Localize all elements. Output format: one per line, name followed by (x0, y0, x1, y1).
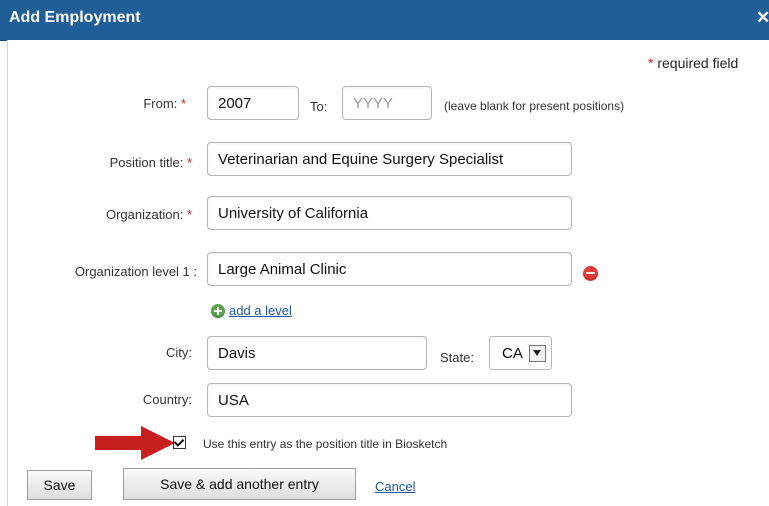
organization-input[interactable] (207, 196, 572, 230)
city-input[interactable] (207, 336, 427, 370)
to-year-input[interactable] (342, 86, 432, 120)
remove-icon[interactable] (583, 266, 598, 281)
save-add-another-button[interactable]: Save & add another entry (123, 468, 356, 500)
save-button[interactable]: Save (27, 470, 92, 500)
organization-label: Organization: * (105, 207, 192, 222)
from-year-input[interactable] (207, 86, 299, 120)
position-title-input[interactable] (207, 142, 572, 176)
required-note-text: required field (657, 55, 739, 71)
dialog-titlebar: Add Employment ✕ (0, 0, 769, 41)
add-icon[interactable] (211, 304, 225, 318)
required-note: * required field (648, 55, 738, 71)
city-label: City: (166, 345, 192, 360)
dialog-title: Add Employment (9, 9, 141, 26)
chevron-down-icon[interactable] (529, 345, 546, 362)
from-label: From: * (143, 96, 186, 111)
required-star: * (186, 155, 192, 170)
state-select[interactable]: CA (489, 336, 552, 370)
add-level-link[interactable]: add a level (229, 303, 292, 318)
close-icon[interactable]: ✕ (756, 8, 769, 28)
to-label: To: (310, 99, 328, 114)
required-star: * (186, 207, 192, 222)
org-level1-label: Organization level 1 : (74, 264, 197, 279)
cancel-link[interactable]: Cancel (375, 479, 415, 494)
country-label: Country: (142, 392, 192, 407)
state-value: CA (502, 345, 523, 362)
state-label: State: (440, 350, 474, 365)
required-star: * (648, 55, 654, 71)
arrow-pointer-icon (95, 426, 175, 460)
org-level1-input[interactable] (207, 252, 572, 286)
position-title-label: Position title: * (109, 155, 192, 170)
country-input[interactable] (207, 383, 572, 417)
use-entry-checkbox[interactable] (173, 436, 186, 449)
required-star: * (180, 96, 186, 111)
use-entry-label: Use this entry as the position title in … (203, 437, 448, 451)
to-year-hint: (leave blank for present positions) (444, 99, 625, 113)
